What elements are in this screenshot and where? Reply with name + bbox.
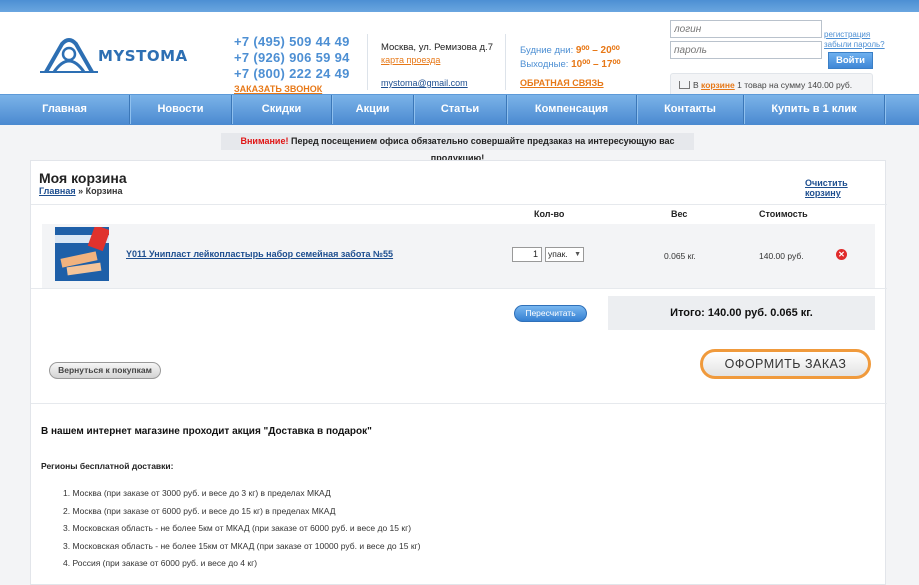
nav-item[interactable]: Главная <box>0 95 130 124</box>
notice-bar: Внимание! Перед посещением офиса обязате… <box>221 133 694 163</box>
product-name-link[interactable]: Y011 Унипласт лейкопластырь набор семейн… <box>126 249 393 259</box>
continue-shopping-button[interactable]: Вернуться к покупкам <box>49 362 161 379</box>
nav-item[interactable]: Скидки <box>232 95 332 124</box>
regions-title: Регионы бесплатной доставки: <box>41 461 174 471</box>
divider <box>31 403 887 404</box>
forgot-password-link[interactable]: забыли пароль? <box>824 40 885 50</box>
nav-item[interactable]: Контакты <box>637 95 744 124</box>
cart-panel: Моя корзина Главная » Корзина Очистить к… <box>30 160 887 585</box>
clear-cart-link[interactable]: Очистить корзину <box>805 178 885 198</box>
region-item: 3. Московская область - не более 15км от… <box>63 540 421 551</box>
breadcrumb: Главная » Корзина <box>39 186 123 196</box>
login-button[interactable]: Войти <box>828 52 873 69</box>
notice-text: Перед посещением офиса обязательно совер… <box>290 136 675 163</box>
checkout-button[interactable]: ОФОРМИТЬ ЗАКАЗ <box>700 349 871 379</box>
address-block: Москва, ул. Ремизова д.7 карта проезда m… <box>381 42 501 88</box>
map-link[interactable]: карта проезда <box>381 55 501 65</box>
item-weight: 0.065 кг. <box>664 251 696 261</box>
region-item: 3. Московская область - не более 5км от … <box>63 523 412 534</box>
main-nav: Главная Новости Скидки Акции Статьи Компенсац… <box>0 94 919 125</box>
breadcrumb-home[interactable]: Главная <box>39 186 76 196</box>
feedback-link[interactable]: ОБРАТНАЯ СВЯЗЬ <box>520 78 620 88</box>
working-hours: Будние дни: 9⁰⁰ – 20⁰⁰ Выходные: 10⁰⁰ – … <box>520 44 620 88</box>
nav-item[interactable]: Статьи <box>414 95 507 124</box>
regions-list: 1. Москва (при заказе от 3000 руб. и вес… <box>63 485 420 573</box>
weekend-hours: Выходные: 10⁰⁰ – 17⁰⁰ <box>520 59 621 70</box>
cart-item-row: Y011 Унипласт лейкопластырь набор семейн… <box>42 224 875 288</box>
page-title: Моя корзина <box>39 170 127 186</box>
login-input[interactable] <box>670 20 822 38</box>
nav-item[interactable]: Акции <box>332 95 414 124</box>
nav-item[interactable]: Купить в 1 клик <box>744 95 885 124</box>
chevron-down-icon: ▼ <box>574 251 581 258</box>
email-link[interactable]: mystoma@gmail.com <box>381 78 501 88</box>
col-header-cost: Стоимость <box>759 209 808 219</box>
quantity-input[interactable]: 1 <box>512 247 542 262</box>
region-item: 2. Москва (при заказе от 6000 руб. и вес… <box>63 505 336 516</box>
promo-title: В нашем интернет магазине проходит акция… <box>41 426 372 437</box>
top-strip <box>0 0 919 12</box>
register-link[interactable]: регистрация <box>824 30 885 40</box>
notice-warning: Внимание! <box>240 136 289 146</box>
password-input[interactable] <box>670 41 822 59</box>
header-divider <box>367 34 368 90</box>
header-divider <box>505 34 506 90</box>
call-me-link[interactable]: ЗАКАЗАТЬ ЗВОНОК <box>234 84 350 94</box>
address-text: Москва, ул. Ремизова д.7 <box>381 42 493 53</box>
region-item: 1. Москва (при заказе от 3000 руб. и вес… <box>63 488 331 498</box>
phone-1: +7 (495) 509 44 49 <box>234 34 350 49</box>
site-header: MYSTOMA +7 (495) 509 44 49 +7 (926) 906 … <box>0 12 919 97</box>
weekdays-hours: Будние дни: 9⁰⁰ – 20⁰⁰ <box>520 45 620 56</box>
product-thumbnail[interactable] <box>55 227 109 281</box>
phone-list: +7 (495) 509 44 49 +7 (926) 906 59 94 +7… <box>234 34 350 94</box>
unit-select[interactable]: упак. ▼ <box>545 247 584 262</box>
recalculate-button[interactable]: Пересчитать <box>514 305 587 322</box>
phone-3: +7 (800) 222 24 49 <box>234 66 350 81</box>
cart-total: Итого: 140.00 руб. 0.065 кг. <box>608 296 875 330</box>
nav-item[interactable]: Новости <box>130 95 232 124</box>
divider <box>31 288 887 289</box>
col-header-qty: Кол-во <box>534 209 565 219</box>
region-item: 4. Россия (при заказе от 6000 руб. и вес… <box>63 558 258 569</box>
col-header-weight: Вес <box>671 209 688 219</box>
nav-item[interactable]: Компенсация <box>507 95 637 124</box>
breadcrumb-current: Корзина <box>85 186 123 196</box>
item-price: 140.00 руб. <box>759 251 804 261</box>
cart-link[interactable]: корзине <box>701 80 735 90</box>
phone-2: +7 (926) 906 59 94 <box>234 50 350 65</box>
cart-icon <box>679 81 690 89</box>
divider <box>31 204 887 205</box>
remove-item-icon[interactable]: ✕ <box>836 249 847 260</box>
logo-text[interactable]: MYSTOMA <box>98 47 188 65</box>
auth-links: регистрация забыли пароль? <box>824 30 885 50</box>
cart-summary: 1 товар на сумму 140.00 руб. <box>737 80 853 90</box>
